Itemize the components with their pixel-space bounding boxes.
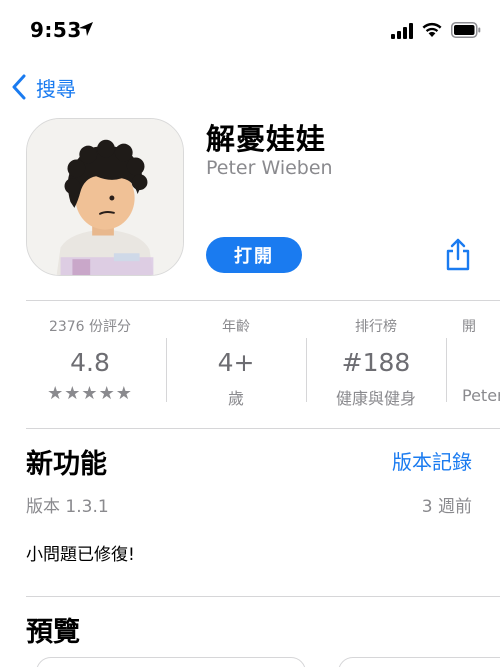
preview-screenshot[interactable] [36, 657, 306, 667]
whats-new-divider [26, 596, 500, 597]
info-separator [306, 338, 307, 402]
preview-title: 預覽 [26, 617, 80, 648]
cellular-signal-icon [391, 23, 413, 39]
location-arrow-icon [79, 22, 93, 36]
info-divider [26, 428, 500, 429]
age-value: 4+ [217, 348, 255, 377]
ratings-info[interactable]: 2376 份評分 4.8 ★★★★★ [40, 316, 140, 404]
wifi-icon [422, 22, 442, 37]
rating-value: 4.8 [70, 348, 110, 377]
worry-doll-illustration [27, 119, 183, 275]
chart-info[interactable]: 排行榜 #188 健康與健身 [316, 316, 436, 409]
age-unit: 歲 [227, 389, 244, 408]
developer-avatar-area [462, 348, 500, 378]
version-history-link[interactable]: 版本記錄 [392, 446, 472, 475]
header-divider [26, 300, 500, 301]
back-label: 搜尋 [36, 76, 76, 101]
app-developer[interactable]: Peter Wieben [206, 157, 333, 179]
status-time: 9:53 [30, 18, 82, 42]
release-notes: 小問題已修復! [26, 545, 135, 565]
app-store-screen: 9:53 搜尋 解憂娃娃 Peter Wieben 打開 2376 份評分 4.… [0, 0, 500, 667]
developer-info[interactable]: 開 Peter [462, 316, 500, 405]
chart-label: 排行榜 [355, 319, 397, 335]
chart-rank: #188 [341, 348, 411, 377]
share-icon[interactable] [444, 237, 472, 271]
status-bar: 9:53 [0, 0, 500, 58]
open-button[interactable]: 打開 [206, 237, 302, 273]
battery-icon [451, 22, 481, 38]
app-title: 解憂娃娃 [206, 122, 327, 156]
ratings-count: 2376 份評分 [48, 319, 132, 335]
app-icon [26, 118, 184, 276]
info-separator [166, 338, 167, 402]
star-rating-icon: ★★★★★ [47, 383, 133, 404]
developer-name-short: Peter [462, 386, 500, 405]
version-number: 版本 1.3.1 [26, 497, 109, 517]
version-date: 3 週前 [421, 497, 472, 517]
back-button[interactable]: 搜尋 [10, 72, 76, 102]
preview-screenshot[interactable] [338, 657, 500, 667]
age-label: 年齡 [222, 319, 250, 335]
info-separator [446, 338, 447, 402]
age-info[interactable]: 年齡 4+ 歲 [186, 316, 286, 409]
chevron-left-icon [12, 74, 26, 100]
developer-label: 開 [462, 319, 476, 335]
chart-category: 健康與健身 [335, 389, 416, 408]
whats-new-title: 新功能 [26, 449, 107, 480]
